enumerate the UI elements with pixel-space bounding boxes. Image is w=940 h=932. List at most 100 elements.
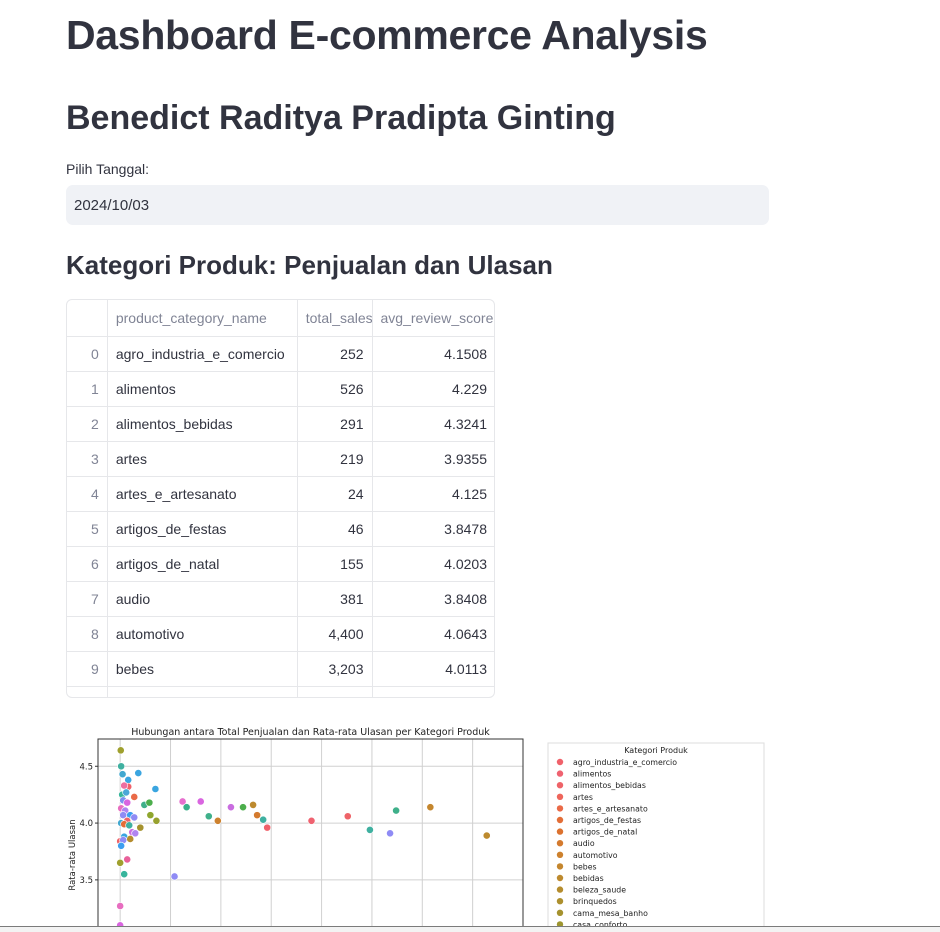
- total-sales-cell: 219: [297, 441, 373, 477]
- legend-marker: [556, 863, 564, 870]
- data-point: [145, 798, 154, 807]
- data-point: [213, 816, 222, 825]
- legend-entry-label: artes_e_artesanato: [573, 804, 648, 813]
- data-point: [122, 788, 131, 797]
- data-point: [123, 855, 132, 864]
- plot-frame: [97, 738, 524, 931]
- data-point: [152, 816, 161, 825]
- legend-marker: [556, 782, 564, 789]
- row-index-cell: 8: [67, 616, 108, 652]
- total-sales-cell: 155: [297, 546, 373, 582]
- data-point: [123, 798, 132, 807]
- legend-entry-label: cama_mesa_banho: [573, 909, 648, 918]
- legend-marker: [556, 816, 564, 824]
- table-row[interactable]: 0 agro_industria_e_comercio 252 4.1508: [67, 336, 494, 372]
- total-sales-cell: 381: [297, 581, 373, 617]
- data-point: [116, 902, 125, 910]
- column-header-total-sales[interactable]: total_sales: [297, 300, 373, 337]
- data-point: [343, 812, 352, 821]
- product-category-name-cell: alimentos: [107, 371, 298, 407]
- date-input[interactable]: 2024/10/03: [66, 185, 769, 225]
- legend-marker: [556, 758, 564, 766]
- product-category-name-cell: bebes: [107, 651, 298, 687]
- legend-entry-label: beleza_saude: [573, 886, 626, 895]
- product-category-name-cell: artes: [107, 441, 298, 477]
- empty-cell: [107, 686, 298, 697]
- data-point: [120, 781, 129, 790]
- y-tick-label: 4.0: [79, 819, 93, 829]
- legend-marker: [556, 793, 564, 800]
- data-point: [426, 803, 435, 812]
- avg-review-score-cell: 4.125: [372, 476, 494, 512]
- row-index-cell: 2: [67, 406, 108, 442]
- total-sales-cell: 46: [297, 511, 373, 547]
- table-row[interactable]: 8 automotivo 4,400 4.0643: [67, 616, 494, 652]
- table-row[interactable]: 5 artigos_de_festas 46 3.8478: [67, 511, 494, 547]
- data-point: [151, 785, 160, 793]
- row-index-cell: 9: [67, 651, 108, 687]
- data-point: [182, 803, 191, 812]
- total-sales-cell: 24: [297, 476, 373, 512]
- horizontal-scrollbar[interactable]: [0, 926, 940, 932]
- legend-marker: [556, 828, 564, 835]
- table-row[interactable]: 2 alimentos_bebidas 291 4.3241: [67, 406, 494, 442]
- legend-marker: [556, 898, 564, 905]
- date-input-label: Pilih Tanggal:: [66, 161, 150, 177]
- data-point: [170, 872, 179, 881]
- data-point: [253, 811, 262, 820]
- row-index-cell: 1: [67, 371, 108, 407]
- section-heading: Kategori Produk: Penjualan dan Ulasan: [66, 250, 553, 280]
- scatter-plot: Hubungan antara Total Penjualan dan Rata…: [66, 726, 770, 931]
- legend-entry-label: automotivo: [573, 851, 618, 860]
- row-index-cell: 0: [67, 336, 108, 372]
- row-index-cell: 6: [67, 546, 108, 582]
- avg-review-score-cell: 4.1508: [372, 336, 494, 372]
- author-name: Benedict Raditya Pradipta Ginting: [66, 99, 616, 137]
- data-point: [136, 823, 145, 832]
- column-header-product-category-name[interactable]: product_category_name: [107, 300, 298, 337]
- data-point: [239, 803, 247, 812]
- row-index-cell: 3: [67, 441, 108, 477]
- table-row[interactable]: 9 bebes 3,203 4.0113: [67, 651, 494, 687]
- data-point: [117, 762, 126, 771]
- data-point: [125, 821, 134, 830]
- legend-entry-label: alimentos_bebidas: [573, 781, 646, 790]
- table-row[interactable]: 7 audio 381 3.8408: [67, 581, 494, 617]
- legend-entry-label: brinquedos: [573, 897, 617, 906]
- empty-cell: [67, 686, 108, 697]
- data-point: [204, 812, 213, 821]
- row-index-cell: 7: [67, 581, 108, 617]
- scatter-chart-svg: Hubungan antara Total Penjualan dan Rata…: [68, 727, 765, 931]
- product-category-name-cell: automotivo: [107, 616, 298, 652]
- table-row[interactable]: 3 artes 219 3.9355: [67, 441, 494, 477]
- data-point: [392, 806, 401, 815]
- y-tick-label: 4.5: [79, 762, 93, 772]
- table-row[interactable]: 4 artes_e_artesanato 24 4.125: [67, 476, 494, 512]
- avg-review-score-cell: 4.0113: [372, 651, 494, 687]
- data-point: [118, 770, 127, 779]
- avg-review-score-cell: 4.0203: [372, 546, 494, 582]
- data-point: [196, 797, 205, 806]
- table-row[interactable]: 1 alimentos 526 4.229: [67, 371, 494, 407]
- data-point: [134, 769, 143, 777]
- column-header-avg-review-score[interactable]: avg_review_score: [372, 300, 494, 337]
- table-row[interactable]: 6 artigos_de_natal 155 4.0203: [67, 546, 494, 582]
- data-point: [386, 829, 394, 838]
- empty-cell: [372, 686, 494, 697]
- legend-entry-label: bebidas: [573, 874, 604, 883]
- data-point: [126, 835, 135, 843]
- legend-entry-label: agro_industria_e_comercio: [573, 758, 677, 767]
- legend-marker: [556, 851, 564, 858]
- product-category-name-cell: alimentos_bebidas: [107, 406, 298, 442]
- avg-review-score-cell: 4.229: [372, 371, 494, 407]
- legend-marker: [556, 805, 564, 812]
- column-header-index[interactable]: [67, 300, 108, 337]
- data-point: [120, 870, 129, 879]
- data-point: [263, 823, 272, 832]
- legend-entry-label: artes: [573, 793, 593, 802]
- product-category-name-cell: artigos_de_natal: [107, 546, 298, 582]
- legend-title: Kategori Produk: [624, 746, 688, 755]
- avg-review-score-cell: 4.3241: [372, 406, 494, 442]
- row-index-cell: 4: [67, 476, 108, 512]
- dataframe[interactable]: product_category_name total_sales avg_re…: [66, 299, 495, 698]
